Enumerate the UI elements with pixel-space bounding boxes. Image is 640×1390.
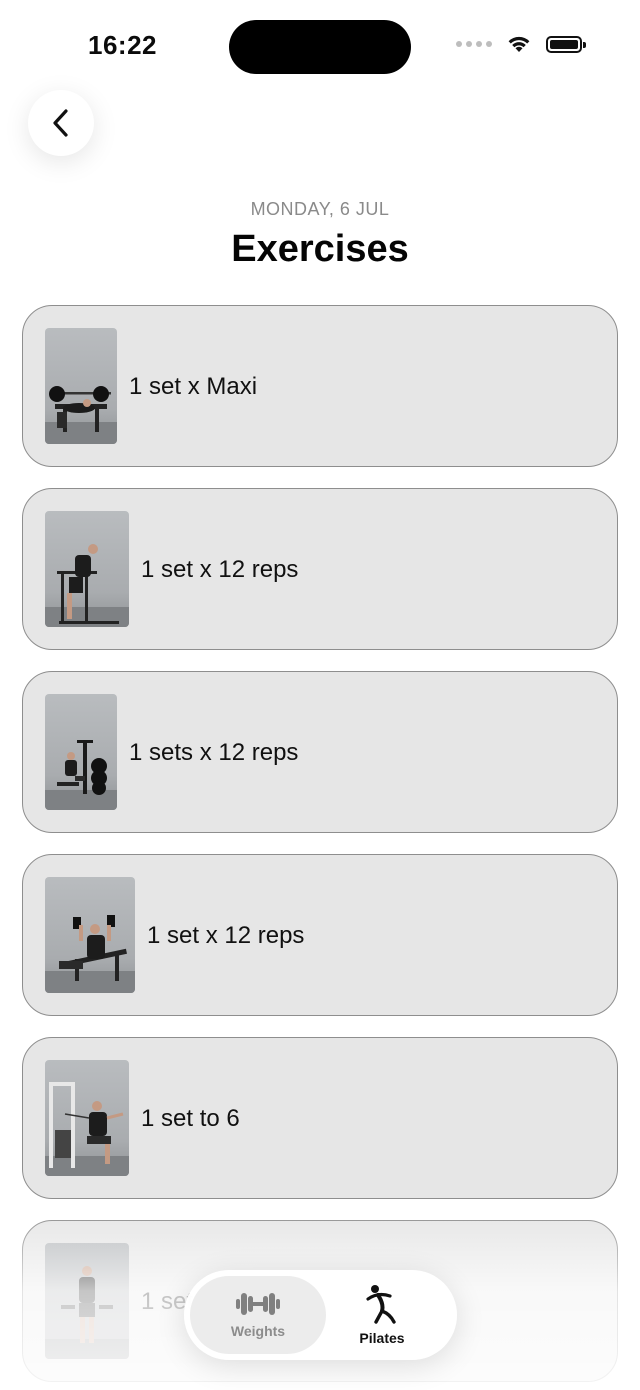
cellular-signal-icon (456, 41, 492, 47)
tab-pilates-label: Pilates (359, 1330, 405, 1346)
exercise-card[interactable]: 1 set x Maxi (22, 305, 618, 467)
battery-icon (546, 35, 586, 53)
exercise-sets-reps: 1 set x 12 reps (147, 922, 305, 949)
date-label: MONDAY, 6 JUL (250, 199, 390, 219)
tab-weights[interactable]: Weights (190, 1276, 326, 1354)
tab-pilates[interactable]: Pilates (320, 1276, 444, 1354)
exercise-sets-reps: 1 set x 12 reps (141, 556, 299, 583)
cable-machine-photo (45, 1060, 129, 1176)
stretching-figure-icon (366, 1285, 396, 1324)
exercises-screen: 16:22 MONDAY, 6 JUL Exercises 1 set x Ma… (0, 0, 640, 1390)
tab-weights-label: Weights (230, 1323, 286, 1339)
page-title: Exercises (231, 228, 409, 270)
exercise-sets-reps: 1 set to 6 (141, 1105, 240, 1132)
machine-row-photo (45, 694, 117, 810)
tab-bar: Weights Pilates (184, 1270, 457, 1360)
status-time: 16:22 (88, 30, 157, 60)
bench-press-photo (45, 328, 117, 444)
dumbbell-icon (236, 1293, 280, 1315)
chevron-left-icon (53, 109, 68, 137)
dynamic-island (229, 20, 411, 74)
back-button[interactable] (28, 90, 94, 156)
exercise-sets-reps: 1 set x Maxi (129, 373, 258, 400)
wifi-icon (508, 36, 530, 52)
exercise-sets-reps: 1 sets x 12 reps (129, 739, 299, 766)
dips-photo (45, 511, 129, 627)
exercise-card[interactable]: 1 set x 12 reps (22, 854, 618, 1016)
dumbbell-press-photo (45, 877, 135, 993)
exercise-card[interactable]: 1 set to 6 (22, 1037, 618, 1199)
exercise-card[interactable]: 1 sets x 12 reps (22, 671, 618, 833)
exercise-card[interactable]: 1 set x 12 reps (22, 488, 618, 650)
dumbbell-curl-photo (45, 1243, 129, 1359)
status-icons (456, 34, 586, 54)
